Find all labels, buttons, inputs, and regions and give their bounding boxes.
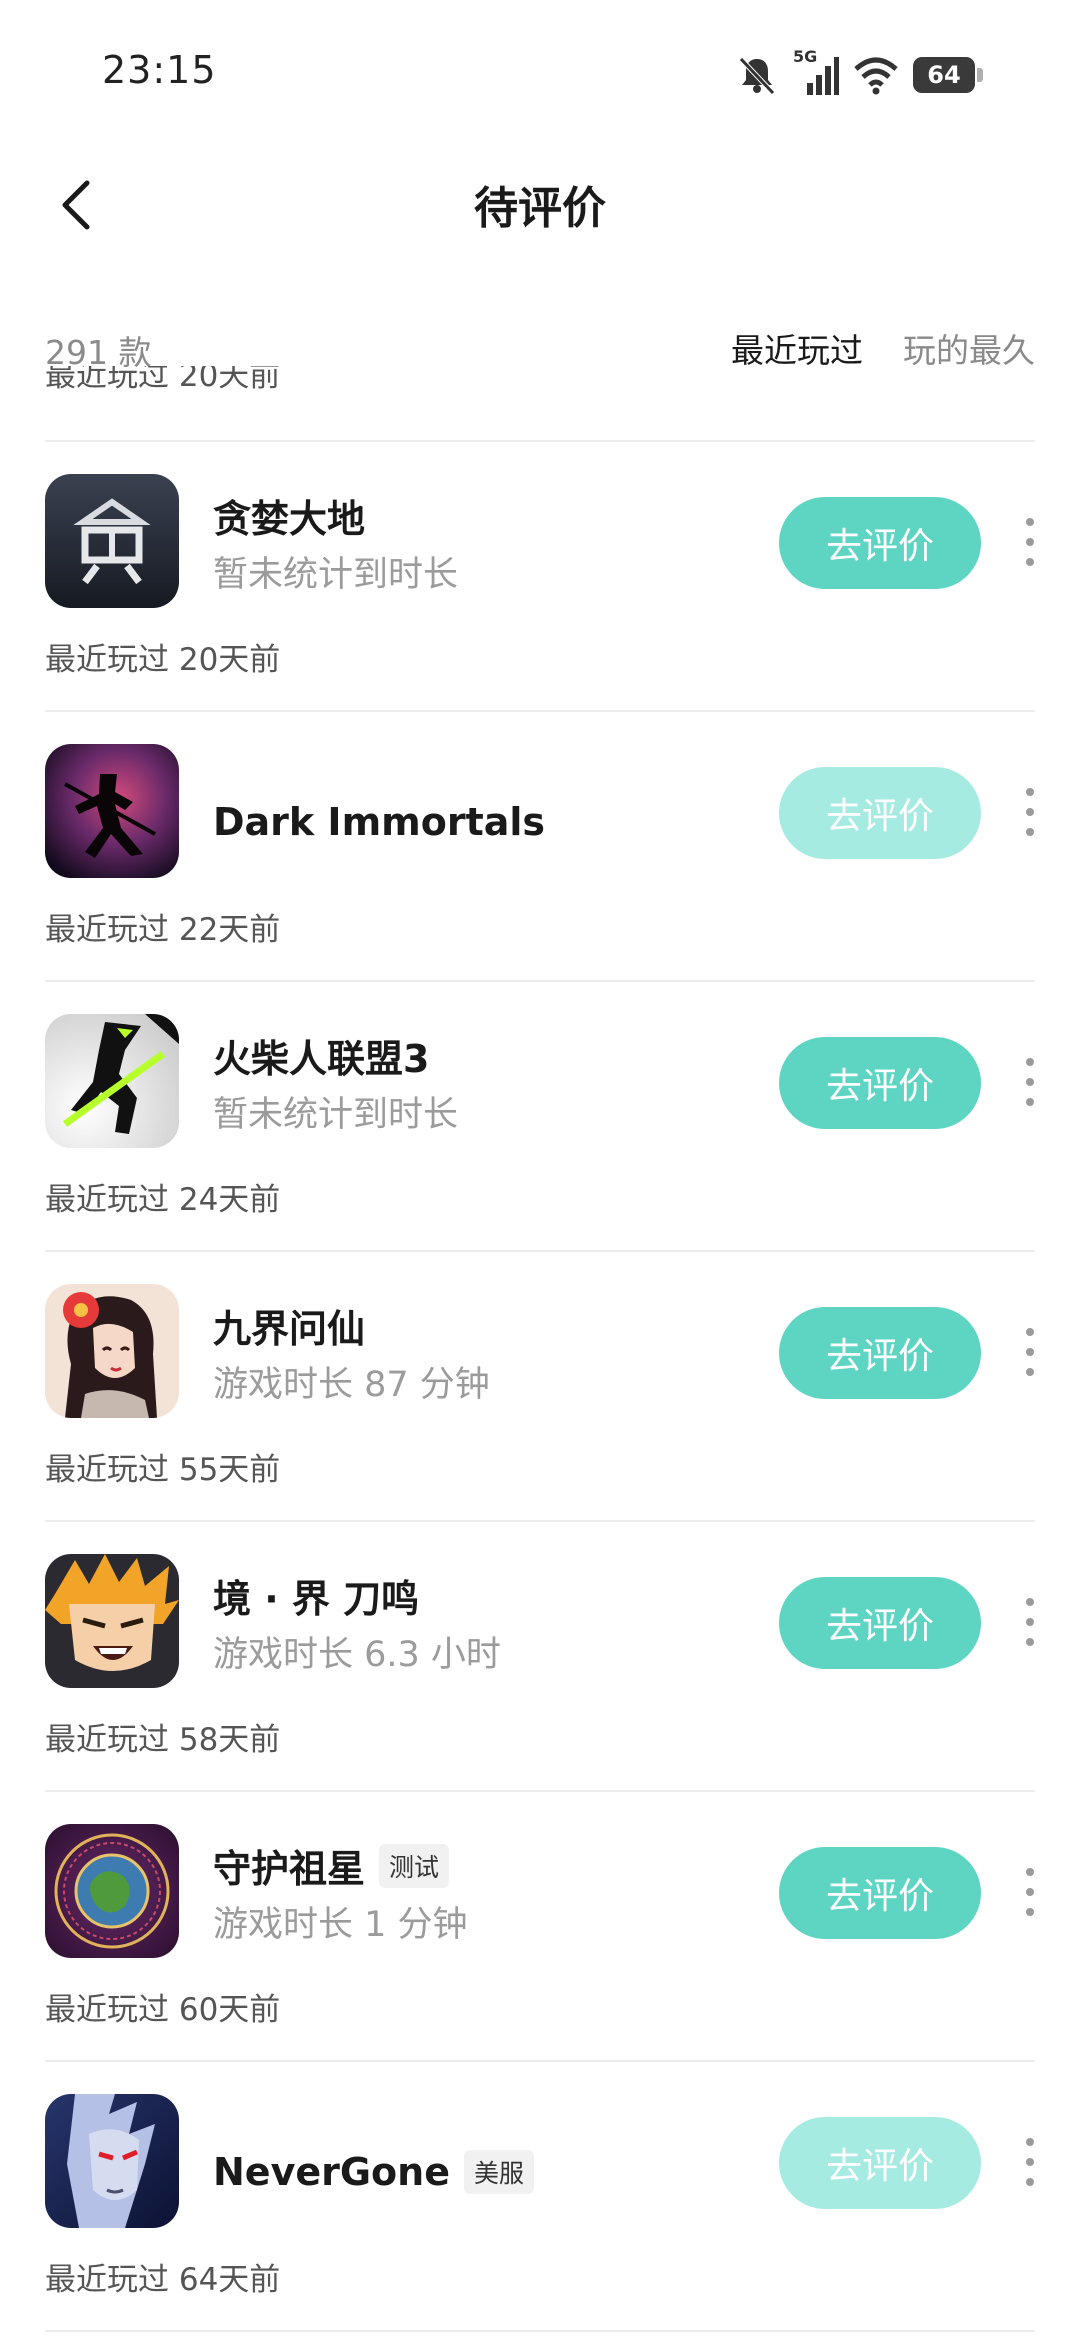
status-bar: 23:15 5G 64	[0, 0, 1080, 150]
list-item[interactable]: 火柴人联盟3 暂未统计到时长 去评价 最近玩过 24天前	[45, 982, 1035, 1252]
wifi-icon	[854, 57, 898, 95]
review-button[interactable]: 去评价	[779, 1037, 981, 1129]
game-title-line: 火柴人联盟3	[213, 1028, 429, 1083]
sort-recent-tab[interactable]: 最近玩过	[731, 324, 863, 372]
game-name: Dark Immortals	[213, 800, 546, 844]
playtime: 游戏时长 6.3 小时	[213, 1635, 501, 1675]
sort-longest-tab[interactable]: 玩的最久	[903, 324, 1035, 372]
game-name: 贪婪大地	[213, 497, 366, 541]
playtime: 游戏时长 1 分钟	[213, 1905, 468, 1945]
game-title-line: Dark Immortals	[213, 800, 545, 844]
game-tag: 美服	[463, 2150, 534, 2194]
more-options-icon[interactable]	[1015, 782, 1045, 842]
review-button[interactable]: 去评价	[779, 1847, 981, 1939]
more-options-icon[interactable]	[1015, 2132, 1045, 2192]
signal-icon: 5G	[793, 47, 839, 97]
more-options-icon[interactable]	[1015, 1322, 1045, 1382]
page-title: 待评价	[474, 183, 606, 234]
jingjie-daoming-icon[interactable]	[45, 1554, 179, 1688]
review-button[interactable]: 去评价	[779, 497, 981, 589]
game-name: 九界问仙	[213, 1307, 366, 1351]
more-options-icon[interactable]	[1015, 1862, 1045, 1922]
last-played: 最近玩过 64天前	[45, 2262, 281, 2298]
game-list: 贪婪大地 暂未统计到时长 去评价 最近玩过 20天前 Dark Immortal…	[45, 442, 1035, 2332]
game-tag: 测试	[379, 1843, 450, 1888]
jiujie-wenxian-icon[interactable]	[45, 1284, 179, 1418]
more-options-icon[interactable]	[1015, 512, 1045, 572]
more-options-icon[interactable]	[1015, 1592, 1045, 1652]
header: 待评价	[0, 150, 1080, 260]
status-time: 23:15	[102, 48, 217, 92]
game-title-line: 九界问仙	[213, 1298, 365, 1353]
nevergone-icon[interactable]	[45, 2094, 179, 2228]
game-title-line: 贪婪大地	[213, 488, 365, 543]
playtime: 游戏时长 87 分钟	[213, 1365, 490, 1405]
dark-immortals-icon[interactable]	[45, 744, 179, 878]
list-item[interactable]: 九界问仙 游戏时长 87 分钟 去评价 最近玩过 55天前	[45, 1252, 1035, 1522]
last-played: 最近玩过 55天前	[45, 1452, 281, 1488]
last-played: 最近玩过 24天前	[45, 1182, 281, 1218]
review-button[interactable]: 去评价	[779, 767, 981, 859]
review-button[interactable]: 去评价	[779, 1577, 981, 1669]
game-name: NeverGone	[213, 2150, 450, 2194]
tanlan-dadi-icon[interactable]	[45, 474, 179, 608]
last-played: 最近玩过 58天前	[45, 1722, 281, 1758]
playtime: 暂未统计到时长	[213, 555, 459, 595]
shouhu-zuxing-icon[interactable]	[45, 1824, 179, 1958]
list-item[interactable]: Dark Immortals 去评价 最近玩过 22天前	[45, 712, 1035, 982]
battery-icon: 64	[913, 57, 983, 93]
review-button[interactable]: 去评价	[779, 1307, 981, 1399]
battery-level: 64	[927, 61, 961, 89]
stickman-league-icon[interactable]	[45, 1014, 179, 1148]
status-icons: 5G 64	[735, 47, 983, 98]
list-item[interactable]: 境 · 界 刀鸣 游戏时长 6.3 小时 去评价 最近玩过 58天前	[45, 1522, 1035, 1792]
review-button[interactable]: 去评价	[779, 2117, 981, 2209]
last-played: 最近玩过 22天前	[45, 912, 281, 948]
bell-muted-icon	[739, 57, 775, 95]
game-name: 火柴人联盟3	[213, 1037, 430, 1081]
list-item[interactable]: 守护祖星 测试 游戏时长 1 分钟 去评价 最近玩过 60天前	[45, 1792, 1035, 2062]
game-name: 境 · 界 刀鸣	[213, 1577, 420, 1621]
clipped-last-played: 最近玩过 20天前	[45, 366, 281, 394]
last-played: 最近玩过 60天前	[45, 1992, 281, 2028]
game-name: 守护祖星	[213, 1847, 366, 1891]
playtime: 暂未统计到时长	[213, 1095, 459, 1135]
more-options-icon[interactable]	[1015, 1052, 1045, 1112]
game-title-line: 境 · 界 刀鸣	[213, 1568, 419, 1623]
list-item[interactable]: NeverGone 美服 去评价 最近玩过 64天前	[45, 2062, 1035, 2332]
list-item[interactable]: 贪婪大地 暂未统计到时长 去评价 最近玩过 20天前	[45, 442, 1035, 712]
game-title-line: 守护祖星 测试	[213, 1838, 450, 1893]
game-title-line: NeverGone 美服	[213, 2150, 534, 2194]
last-played: 最近玩过 20天前	[45, 642, 281, 678]
